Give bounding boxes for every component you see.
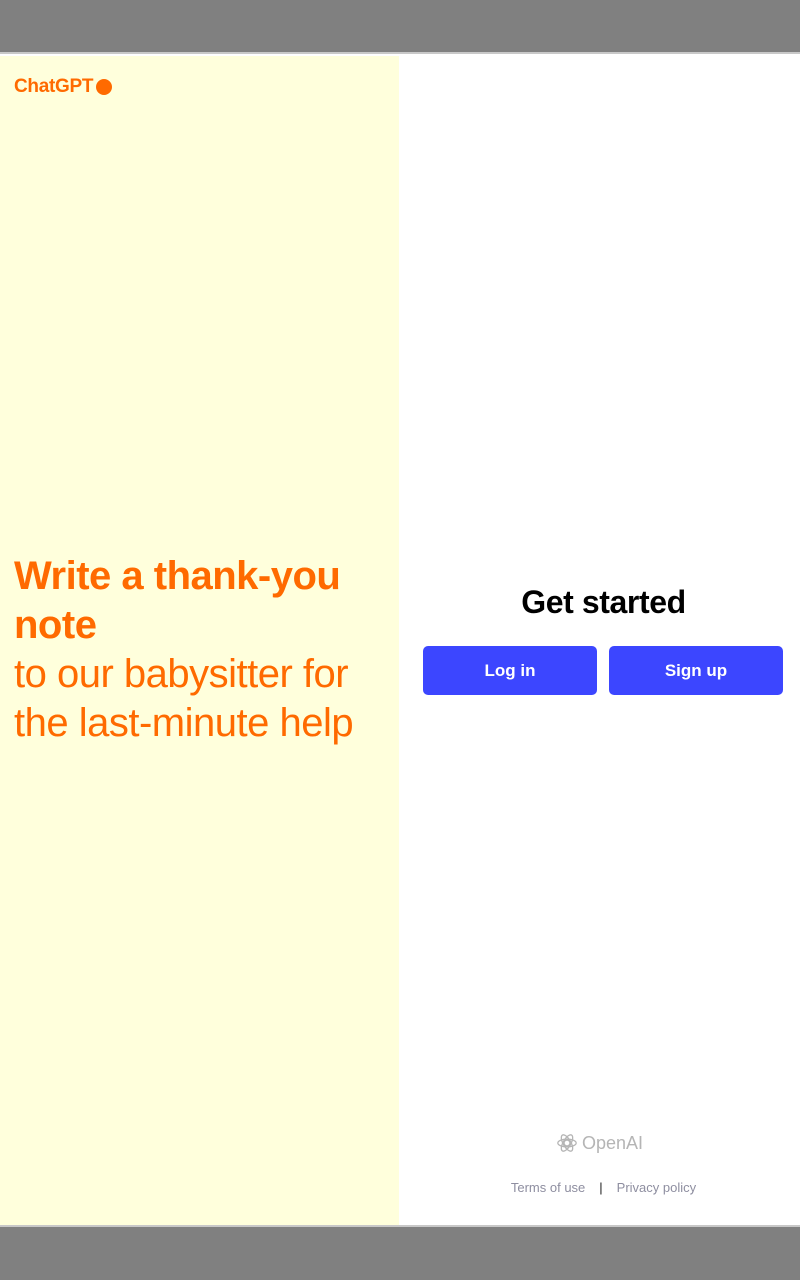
brand-dot-icon	[96, 79, 113, 95]
right-panel: Get started Log in Sign up OpenAI Terms …	[399, 56, 800, 1225]
brand-name: ChatGPT	[14, 76, 94, 97]
prompt-bold-line: Write a thank-you note	[14, 554, 341, 647]
prompt-rest-line: to our babysitter for the last-minute he…	[14, 652, 354, 745]
terms-link[interactable]: Terms of use	[511, 1180, 585, 1195]
status-bar	[0, 0, 800, 54]
footer-links: Terms of use | Privacy policy	[399, 1180, 800, 1195]
brand-logo: ChatGPT	[14, 76, 113, 98]
openai-logo-icon	[557, 1134, 577, 1152]
openai-logo-text: OpenAI	[581, 1132, 644, 1153]
openai-logo: OpenAI	[399, 1132, 800, 1154]
prompt-text: Write a thank-you note to our babysitter…	[14, 552, 384, 748]
footer-separator: |	[599, 1180, 603, 1195]
get-started-heading: Get started	[521, 584, 686, 620]
login-button[interactable]: Log in	[423, 646, 597, 695]
left-panel: ChatGPT Write a thank-you note to our ba…	[0, 56, 399, 1225]
privacy-link[interactable]: Privacy policy	[617, 1180, 696, 1195]
signup-button[interactable]: Sign up	[609, 646, 783, 695]
navigation-bar	[0, 1225, 800, 1280]
